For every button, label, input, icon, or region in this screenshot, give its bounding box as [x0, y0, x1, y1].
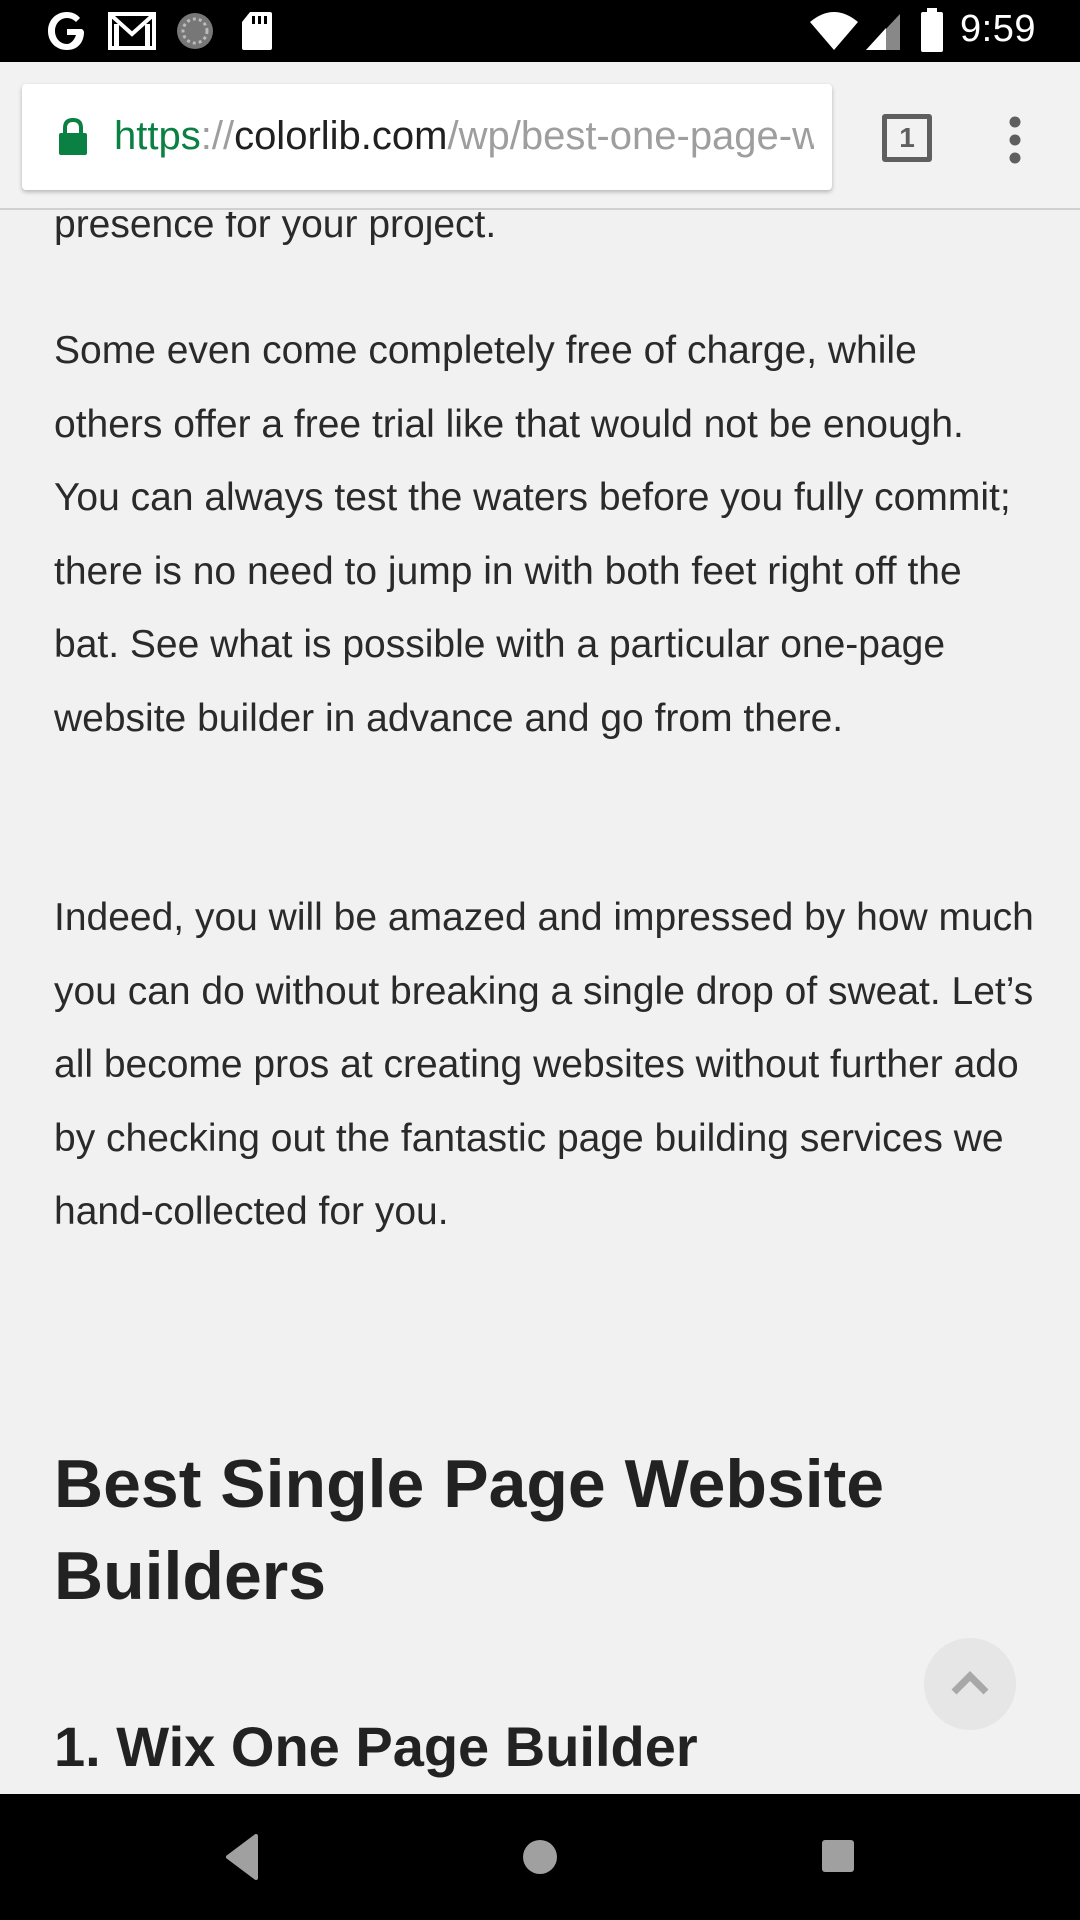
chevron-up-icon	[951, 1671, 989, 1695]
signal-icon	[866, 14, 900, 50]
wifi-icon	[810, 12, 858, 50]
page-content: presence for your project. Some even com…	[0, 212, 1080, 1794]
sd-card-icon	[242, 12, 272, 50]
url-scheme: https	[114, 114, 201, 158]
recents-icon[interactable]	[820, 1834, 856, 1880]
url-text[interactable]: https://colorlib.com/wp/best-one-page-we…	[114, 110, 814, 162]
paragraph: Some even come completely free of charge…	[54, 329, 1011, 740]
scroll-to-top-button[interactable]	[924, 1638, 1016, 1730]
navigation-bar	[0, 1794, 1080, 1920]
tab-switcher-button[interactable]: 1	[882, 114, 932, 162]
section-heading: Best Single Page Website Builders	[54, 1446, 885, 1614]
address-bar[interactable]: https://colorlib.com/wp/best-one-page-we…	[22, 84, 832, 190]
overflow-menu-icon[interactable]	[1006, 116, 1024, 164]
browser-toolbar: https://colorlib.com/wp/best-one-page-we…	[0, 62, 1080, 210]
google-icon	[48, 12, 84, 50]
home-icon[interactable]	[520, 1832, 560, 1882]
subsection-heading: 1. Wix One Page Builder	[54, 1715, 698, 1778]
url-path: /wp/best-one-page-website-builders/	[447, 114, 814, 158]
lock-icon	[59, 118, 87, 155]
paragraph: Indeed, you will be amazed and impressed…	[54, 896, 1034, 1233]
url-host: colorlib.com	[234, 114, 448, 158]
clock: 9:59	[960, 8, 1036, 50]
back-icon[interactable]	[224, 1832, 260, 1882]
sync-icon	[177, 13, 213, 49]
battery-icon	[921, 8, 943, 52]
gmail-icon	[108, 12, 156, 50]
status-bar: 9:59	[0, 0, 1080, 62]
url-separator: ://	[200, 114, 235, 158]
paragraph-fragment: presence for your project.	[54, 212, 497, 246]
